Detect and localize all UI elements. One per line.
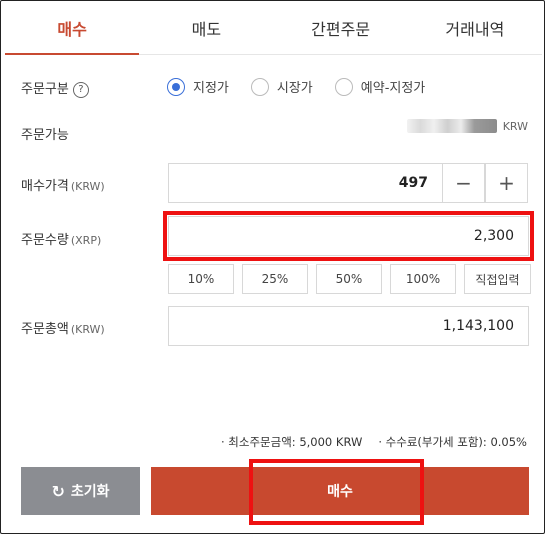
radio-unchecked-icon	[334, 77, 353, 96]
percent-100-button[interactable]: 100%	[390, 264, 456, 294]
percent-10-button[interactable]: 10%	[168, 264, 234, 294]
percent-buttons: 10% 25% 50% 100% 직접입력	[168, 264, 531, 294]
quantity-label: 주문수량	[21, 233, 69, 248]
percent-25-button[interactable]: 25%	[242, 264, 308, 294]
radio-unchecked-icon	[250, 77, 269, 96]
total-label: 주문총액	[21, 322, 69, 337]
radio-market-label: 시장가	[276, 81, 313, 96]
tab-sell[interactable]: 매도	[139, 1, 273, 54]
price-increase-button[interactable]: +	[485, 163, 528, 203]
order-notes: · 최소주문금액: 5,000 KRW · 수수료(부가세 포함): 0.05%	[221, 434, 527, 450]
tab-simple-order[interactable]: 간편주문	[274, 1, 408, 54]
radio-market[interactable]: 시장가	[250, 77, 313, 96]
quantity-input[interactable]: 2,300	[168, 216, 529, 256]
price-decrease-button[interactable]: −	[442, 163, 485, 203]
fee-note: · 수수료(부가세 포함): 0.05%	[378, 435, 527, 449]
radio-limit-label: 지정가	[193, 81, 229, 96]
tab-buy[interactable]: 매수	[5, 1, 140, 55]
radio-reserved-limit[interactable]: 예약-지정가	[334, 77, 426, 96]
blurred-balance	[406, 119, 497, 133]
order-type-row: 주문구분?	[21, 78, 89, 98]
tab-history[interactable]: 거래내역	[408, 1, 542, 54]
order-panel: 매수 매도 간편주문 거래내역 주문구분? 지정가 시장가 예약-지정가 주문가…	[0, 0, 545, 534]
total-unit: (KRW)	[70, 323, 105, 336]
available-amount: KRW	[406, 119, 528, 133]
price-input[interactable]: 497	[168, 163, 443, 203]
radio-limit[interactable]: 지정가	[167, 77, 229, 96]
reset-button[interactable]: ↻ 초기화	[21, 467, 140, 515]
help-icon[interactable]: ?	[72, 81, 89, 98]
price-label-row: 매수가격 (KRW)	[21, 175, 105, 194]
order-type-label: 주문구분	[21, 82, 69, 97]
radio-reserved-limit-label: 예약-지정가	[360, 81, 426, 96]
total-input[interactable]: 1,143,100	[168, 306, 529, 346]
price-label: 매수가격	[21, 179, 69, 194]
order-type-radios: 지정가 시장가 예약-지정가	[167, 77, 425, 96]
quantity-unit: (XRP)	[70, 234, 102, 247]
available-unit: KRW	[502, 119, 528, 133]
quantity-label-row: 주문수량 (XRP)	[21, 229, 101, 248]
reset-label: 초기화	[70, 484, 110, 500]
buy-label: 매수	[327, 484, 353, 500]
price-unit: (KRW)	[70, 180, 105, 193]
direct-input-button[interactable]: 직접입력	[464, 264, 531, 294]
percent-50-button[interactable]: 50%	[316, 264, 382, 294]
total-label-row: 주문총액 (KRW)	[21, 318, 105, 337]
min-order-note: · 최소주문금액: 5,000 KRW	[221, 435, 363, 449]
order-tabs: 매수 매도 간편주문 거래내역	[5, 1, 542, 55]
available-label: 주문가능	[21, 128, 69, 143]
refresh-icon: ↻	[51, 481, 65, 501]
radio-checked-icon	[167, 77, 185, 96]
buy-button[interactable]: 매수	[151, 467, 529, 515]
